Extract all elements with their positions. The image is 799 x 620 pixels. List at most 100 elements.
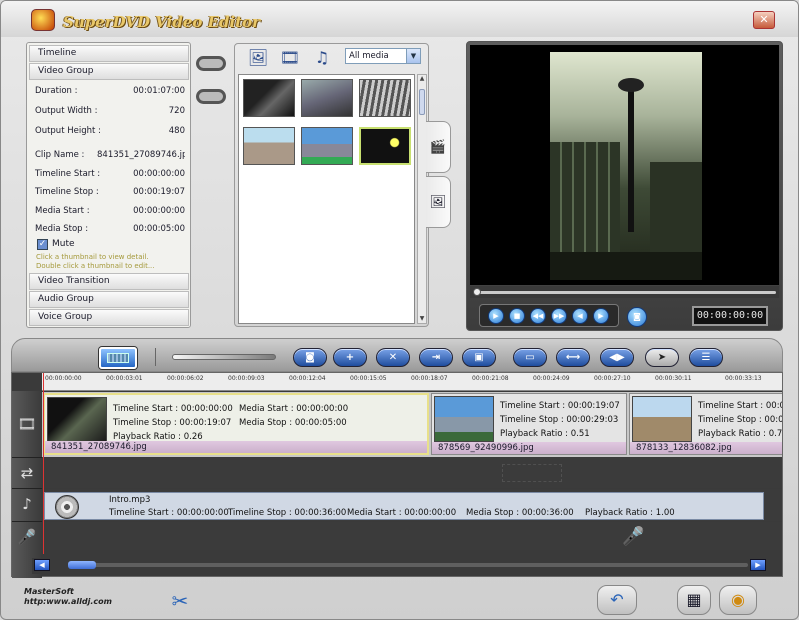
timeline-header[interactable]: Timeline [29,45,189,62]
panel-hook-top-icon [196,56,226,71]
media-thumbnail[interactable] [243,127,295,165]
photo-tab-icon[interactable]: 🖼 [426,176,451,228]
preview-panel: ▶ ■ ◀◀ ▶▶ ◀ ▶ ◙ 00:00:00:00 [466,41,783,331]
preview-frame-image [550,52,702,280]
storyboard-view-button[interactable] [99,347,137,369]
properties-panel: Timeline Video Group Duration :00:01:07:… [26,42,191,328]
clip-thumbnail [632,396,692,442]
clip-timeline-start: Timeline Start : 00:00:00:00 [113,404,233,414]
fit-screen-button[interactable]: ▭ [513,348,547,367]
scroll-thumb[interactable] [419,89,425,115]
scroll-down-icon[interactable]: ▼ [418,315,426,323]
prev-frame-icon[interactable]: ◀ [572,308,588,324]
next-frame-icon[interactable]: ▶ [593,308,609,324]
play-icon[interactable]: ▶ [488,308,504,324]
close-button[interactable]: ✕ [753,11,775,29]
app-title: SuperDVD Video Editor [63,13,261,31]
add-clip-button[interactable]: + [333,348,367,367]
audio-group-header[interactable]: Audio Group [29,291,189,308]
panel-hook-bottom-icon [196,89,226,104]
zoom-slider[interactable] [172,354,276,360]
audio-media-stop: Media Stop : 00:00:36:00 [466,508,574,518]
cd-disc-icon [55,495,79,519]
video-clip[interactable]: Timeline Start : 00:00:29:03 Timeline St… [629,393,782,455]
timeline-hscrollbar[interactable]: ◀ ▶ [32,558,768,574]
undo-button[interactable]: ↶ [597,585,637,615]
prop-timeline-start: Timeline Start :00:00:00:00 [35,169,185,179]
media-thumbnail[interactable] [301,127,353,165]
stretch-button[interactable]: ⟷ [556,348,590,367]
ruler-label: 00:00:30:11 [655,375,692,382]
timeline-toolbar: ◙ + ✕ ⇥ ▣ ▭ ⟷ ◀▶ ➤ ☰ [11,338,783,372]
export-button[interactable]: ▦ [677,585,711,615]
hscroll-thumb[interactable] [68,561,96,569]
clip-playback-ratio: Playback Ratio : 0.75 [698,429,782,439]
playhead[interactable] [43,373,44,554]
video-tab-icon[interactable]: 🎬 [426,121,451,173]
scroll-right-icon[interactable]: ▶ [750,559,766,571]
app-logo-icon [31,9,55,31]
add-music-icon[interactable]: ♫ [309,47,335,69]
skip-back-icon[interactable]: ◀◀ [530,308,546,324]
timeline-ruler[interactable]: 00:00:00:00 00:00:03:01 00:00:06:02 00:0… [42,373,782,391]
ruler-label: 00:00:06:02 [167,375,204,382]
voice-group-header[interactable]: Voice Group [29,309,189,326]
cursor-select-button[interactable]: ➤ [645,348,679,367]
clip-timeline-stop: Timeline Stop : 00:00:... [698,415,782,425]
clip-timeline-stop: Timeline Stop : 00:00:19:07 [113,418,232,428]
hscroll-track [68,563,748,567]
snapshot-icon[interactable]: ◙ [627,307,647,327]
tools-icon[interactable]: ✂ [166,587,194,615]
transition-track[interactable] [42,458,782,488]
preview-seek-bar[interactable] [470,286,779,298]
chevron-down-icon[interactable]: ▼ [406,49,420,63]
seek-knob[interactable] [473,288,481,296]
audio-playback-ratio: Playback Ratio : 1.00 [585,508,675,518]
burn-disc-button[interactable]: ◉ [719,585,757,615]
ruler-label: 00:00:03:01 [106,375,143,382]
prop-media-start: Media Start :00:00:00:00 [35,206,185,216]
audio-clip-name: Intro.mp3 [109,495,151,505]
skip-forward-icon[interactable]: ▶▶ [551,308,567,324]
shrink-button[interactable]: ◀▶ [600,348,634,367]
clip-timeline-start: Timeline Start : 00:00:19:07 [500,401,620,411]
video-track: Timeline Start : 00:00:00:00 Media Start… [42,392,782,457]
stop-icon[interactable]: ■ [509,308,525,324]
video-clip[interactable]: Timeline Start : 00:00:00:00 Media Start… [43,393,429,455]
add-image-icon[interactable]: 🖼 [245,47,271,69]
prop-timeline-stop: Timeline Stop :00:00:19:07 [35,187,185,197]
timeline-area: 00:00:00:00 00:00:03:01 00:00:06:02 00:0… [11,372,783,578]
delete-clip-button[interactable]: ✕ [376,348,410,367]
video-transition-header[interactable]: Video Transition [29,273,189,290]
mute-label: Mute [52,239,75,249]
video-group-header[interactable]: Video Group [29,63,189,80]
video-clip[interactable]: Timeline Start : 00:00:19:07 Timeline St… [431,393,627,455]
add-video-icon[interactable]: 🎞 [277,47,303,69]
clip-name: 878133_12836082.jpg [630,442,782,454]
media-thumbnail[interactable] [243,79,295,117]
audio-media-start: Media Start : 00:00:00:00 [347,508,457,518]
ruler-label: 00:00:09:03 [228,375,265,382]
ruler-label: 00:00:12:04 [289,375,326,382]
scroll-left-icon[interactable]: ◀ [34,559,50,571]
media-thumbnail[interactable] [301,79,353,117]
mute-checkbox[interactable]: ✓ [37,239,48,250]
snapshot-button[interactable]: ◙ [293,348,327,367]
media-filter-select[interactable]: All media ▼ [345,48,421,64]
audio-clip[interactable]: Intro.mp3 Timeline Start : 00:00:00:00 T… [44,492,764,520]
voice-track[interactable]: 🎤 [42,522,782,550]
clip-media-stop: Media Stop : 00:00:05:00 [239,418,347,428]
trim-button[interactable]: ⇥ [419,348,453,367]
ruler-label: 00:00:15:05 [350,375,387,382]
media-thumbnail[interactable] [359,127,411,165]
audio-timeline-stop: Timeline Stop : 00:00:36:00 [228,508,347,518]
media-thumbnail[interactable] [359,79,411,117]
list-view-button[interactable]: ☰ [689,348,723,367]
title-bar[interactable]: SuperDVD Video Editor ✕ [1,1,798,37]
media-thumbnail-grid [238,74,415,324]
scroll-up-icon[interactable]: ▲ [418,75,426,83]
split-button[interactable]: ▣ [462,348,496,367]
clip-thumbnail [434,396,494,442]
brand-url: http:www.alldj.com [24,597,112,606]
clip-timeline-start: Timeline Start : 00:00:29:03 [698,401,782,411]
